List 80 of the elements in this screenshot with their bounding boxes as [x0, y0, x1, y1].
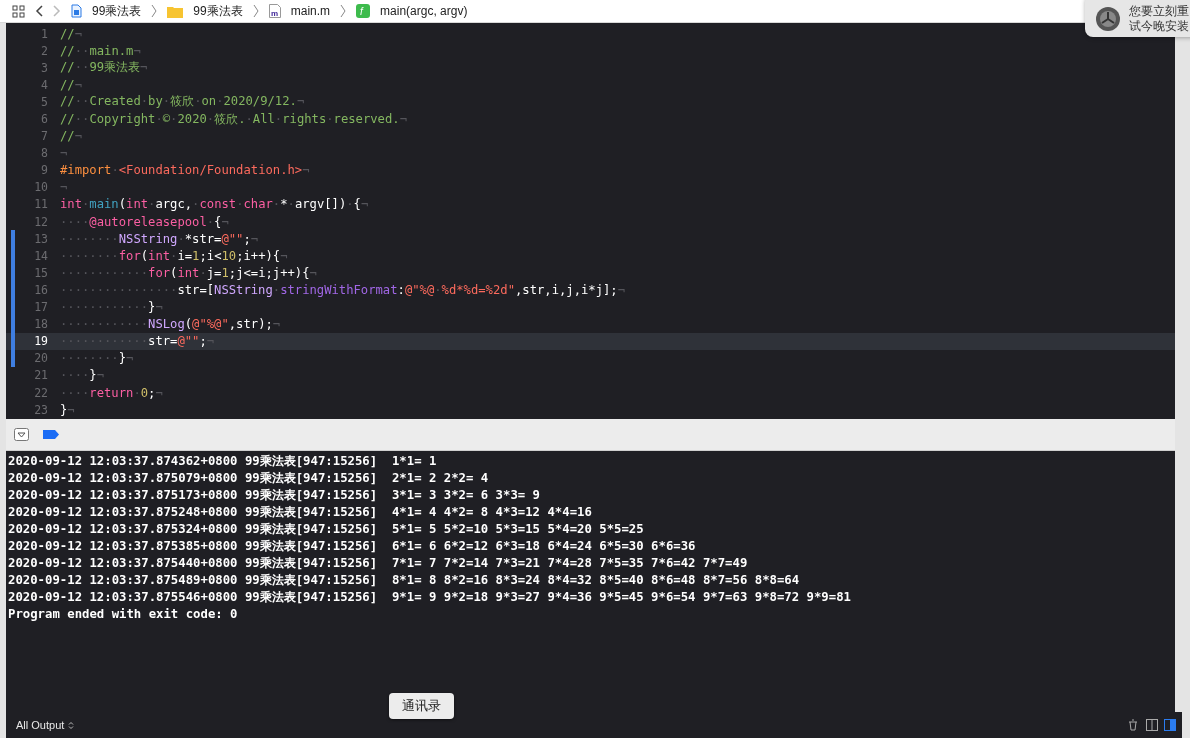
code-line: int·main(int·argc,·const·char·*·argv[])·{¬ — [60, 197, 369, 212]
code-line: ¬ — [60, 180, 68, 195]
output-filter[interactable]: All Output — [16, 719, 65, 731]
code-line: ················str=[NSString·stringWithFormat:@"%@·%d*%d=%2d",str,i,j,i*j];¬ — [60, 282, 626, 297]
code-line: ····@autoreleasepool·{¬ — [60, 214, 229, 229]
breakpoint-icon[interactable] — [43, 430, 59, 439]
line-number: 4 — [40, 77, 49, 92]
console-line: 2020-09-12 12:03:37.875440+0800 99乘法表[947:15256] 7*1= 7 7*2=14 7*3=21 7*4=28 7*5=35 7*6=42 7*7=49 — [7, 555, 749, 572]
code-line: //··99乘法表¬ — [60, 59, 148, 77]
notification-text: 您要立刻重 试今晚安装 — [1129, 3, 1189, 34]
up-down-icon[interactable] — [68, 720, 75, 730]
code-line: ············str=@"";¬ — [60, 334, 215, 349]
console-line: 2020-09-12 12:03:37.875489+0800 99乘法表[947:15256] 8*1= 8 8*2=16 8*3=24 8*4=32 8*5=40 8*6=48 8*7=56 8*8=64 — [7, 572, 801, 589]
code-line: //··Copyright·©·2020·筱欣.·All·rights·reserved.¬ — [60, 110, 407, 128]
breadcrumb-item[interactable]: main(argc, argv) — [380, 4, 468, 18]
gear-icon — [1095, 5, 1121, 32]
hide-panel-icon[interactable] — [14, 428, 29, 441]
function-icon: f — [356, 4, 371, 18]
console-line: 2020-09-12 12:03:37.875173+0800 99乘法表[947:15256] 3*1= 3 3*2= 6 3*3= 9 — [7, 487, 542, 504]
line-number: 15 — [33, 265, 49, 280]
chevron-icon — [252, 4, 259, 18]
code-line: ····}¬ — [60, 368, 105, 383]
line-number: 8 — [40, 146, 49, 161]
console-line: 2020-09-12 12:03:37.875324+0800 99乘法表[947:15256] 5*1= 5 5*2=10 5*3=15 5*4=20 5*5=25 — [7, 521, 645, 538]
line-number: 22 — [33, 385, 49, 400]
console-line: 2020-09-12 12:03:37.874362+0800 99乘法表[947:15256] 1*1= 1 — [7, 453, 438, 470]
code-line: ····return·0;¬ — [60, 385, 163, 400]
line-number: 17 — [33, 300, 49, 315]
code-line: }¬ — [60, 402, 75, 417]
m-file-icon: m — [268, 4, 281, 18]
line-number: 13 — [33, 231, 49, 246]
line-number: 1 — [40, 26, 49, 41]
line-number: 12 — [33, 214, 49, 229]
code-line: #import·<Foundation/Foundation.h>¬ — [60, 163, 310, 178]
code-line: ············NSLog(@"%@",str);¬ — [60, 317, 281, 332]
trash-icon[interactable] — [1128, 719, 1138, 731]
back-icon[interactable] — [35, 5, 43, 17]
grid-icon[interactable] — [12, 4, 25, 18]
chevron-icon — [340, 4, 347, 18]
tooltip: 通讯录 — [389, 693, 454, 719]
line-number: 2 — [40, 43, 49, 58]
code-line: //··Created·by·筱欣·on·2020/9/12.¬ — [60, 93, 305, 111]
code-line: //··main.m¬ — [60, 43, 141, 58]
line-number: 20 — [33, 351, 49, 366]
line-number: 10 — [33, 180, 49, 195]
breadcrumb-item[interactable]: 99乘法表 — [193, 2, 243, 20]
line-number: 21 — [33, 368, 49, 383]
notification-banner[interactable]: 您要立刻重 试今晚安装 — [1085, 0, 1190, 37]
split-view-icon[interactable] — [1146, 719, 1158, 731]
console-line: 2020-09-12 12:03:37.875385+0800 99乘法表[947:15256] 6*1= 6 6*2=12 6*3=18 6*4=24 6*5=30 6*6=36 — [7, 538, 697, 555]
code-line: ············}¬ — [60, 300, 163, 315]
line-number: 9 — [40, 163, 49, 178]
line-number: 7 — [40, 129, 49, 144]
code-line: ········for(int·i=1;i<10;i++){¬ — [60, 248, 288, 263]
code-line: ············for(int·j=1;j<=i;j++){¬ — [60, 265, 317, 280]
code-line: //¬ — [60, 129, 83, 144]
code-line: //¬ — [60, 77, 83, 92]
console-line: Program ended with exit code: 0 — [7, 606, 239, 623]
line-number: 14 — [33, 248, 49, 263]
line-number: 6 — [40, 112, 49, 126]
code-line: //¬ — [60, 26, 83, 41]
line-number: 18 — [33, 317, 49, 332]
line-number: 3 — [40, 60, 49, 75]
project-file-icon — [71, 4, 82, 18]
console-line: 2020-09-12 12:03:37.875546+0800 99乘法表[947:15256] 9*1= 9 9*2=18 9*3=27 9*4=36 9*5=45 9*6=54 9*7=63 9*8=72 9*9=81 — [7, 589, 852, 606]
panel-icon[interactable] — [1164, 719, 1176, 731]
line-number: 11 — [33, 197, 49, 212]
line-number: 19 — [33, 334, 49, 349]
code-line: ¬ — [60, 146, 68, 161]
chevron-icon — [151, 4, 158, 18]
console-line: 2020-09-12 12:03:37.875248+0800 99乘法表[947:15256] 4*1= 4 4*2= 8 4*3=12 4*4=16 — [7, 504, 593, 521]
code-line: ········NSString·*str=@"";¬ — [60, 231, 259, 246]
console-line: 2020-09-12 12:03:37.875079+0800 99乘法表[947:15256] 2*1= 2 2*2= 4 — [7, 470, 490, 487]
folder-icon — [167, 4, 184, 18]
code-line: ········}¬ — [60, 351, 134, 366]
line-number: 5 — [40, 94, 49, 109]
breadcrumb-item[interactable]: main.m — [290, 4, 331, 18]
line-number: 23 — [33, 402, 49, 417]
breadcrumb-item[interactable]: 99乘法表 — [92, 2, 142, 20]
line-number: 16 — [33, 282, 49, 297]
